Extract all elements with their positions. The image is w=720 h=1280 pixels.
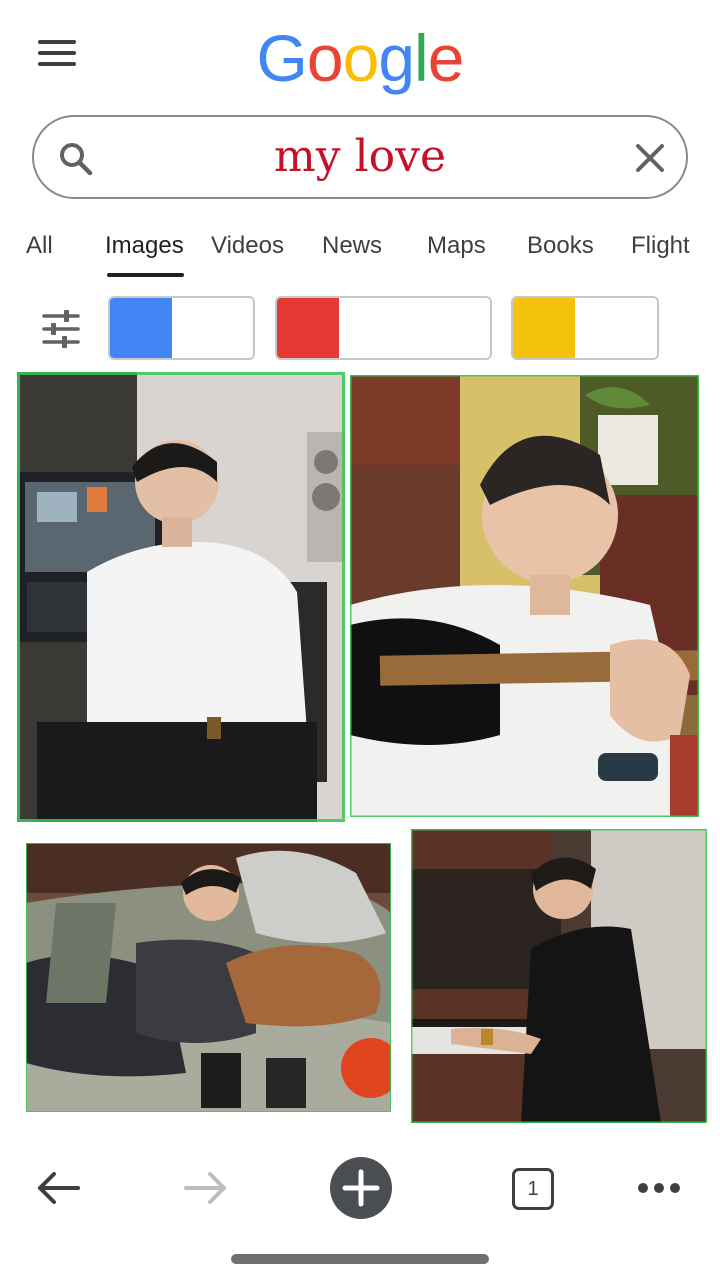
tab-images[interactable]: Images	[105, 232, 184, 260]
image-result-guitar[interactable]	[350, 375, 699, 817]
search-query-text[interactable]: my love	[120, 126, 600, 188]
active-tab-indicator	[107, 273, 184, 277]
tune-icon[interactable]	[40, 310, 82, 348]
google-logo: Google	[0, 20, 720, 96]
bottom-toolbar: 1	[0, 1140, 720, 1240]
logo-letter: o	[306, 21, 344, 95]
tab-videos[interactable]: Videos	[211, 232, 284, 260]
home-indicator[interactable]	[231, 1254, 489, 1264]
back-arrow-icon[interactable]	[36, 1170, 82, 1206]
tab-books[interactable]: Books	[527, 232, 594, 260]
forward-arrow-icon[interactable]	[182, 1170, 228, 1206]
tab-flight[interactable]: Flight	[631, 232, 690, 260]
color-swatch	[110, 298, 172, 358]
image-result-studio[interactable]	[17, 372, 345, 822]
logo-letter: o	[342, 21, 380, 95]
tab-all[interactable]: All	[26, 232, 53, 260]
logo-letter: l	[414, 21, 429, 95]
logo-letter: G	[256, 21, 308, 95]
logo-letter: e	[427, 21, 465, 95]
image-result-sofa-dog[interactable]	[26, 843, 391, 1112]
tab-news[interactable]: News	[322, 232, 382, 260]
logo-letter: g	[378, 21, 415, 95]
more-dots-icon[interactable]	[636, 1180, 682, 1196]
search-icon[interactable]	[58, 141, 94, 177]
close-icon[interactable]	[632, 140, 668, 176]
plus-icon	[330, 1157, 392, 1219]
color-filter-yellow[interactable]	[511, 296, 659, 360]
tab-switcher-button[interactable]: 1	[512, 1168, 554, 1210]
color-swatch	[513, 298, 575, 358]
color-swatch	[277, 298, 339, 358]
tab-maps[interactable]: Maps	[427, 232, 486, 260]
color-filter-blue[interactable]	[108, 296, 255, 360]
image-result-piano[interactable]	[411, 829, 707, 1123]
new-tab-button[interactable]	[329, 1156, 393, 1220]
color-filter-red[interactable]	[275, 296, 492, 360]
